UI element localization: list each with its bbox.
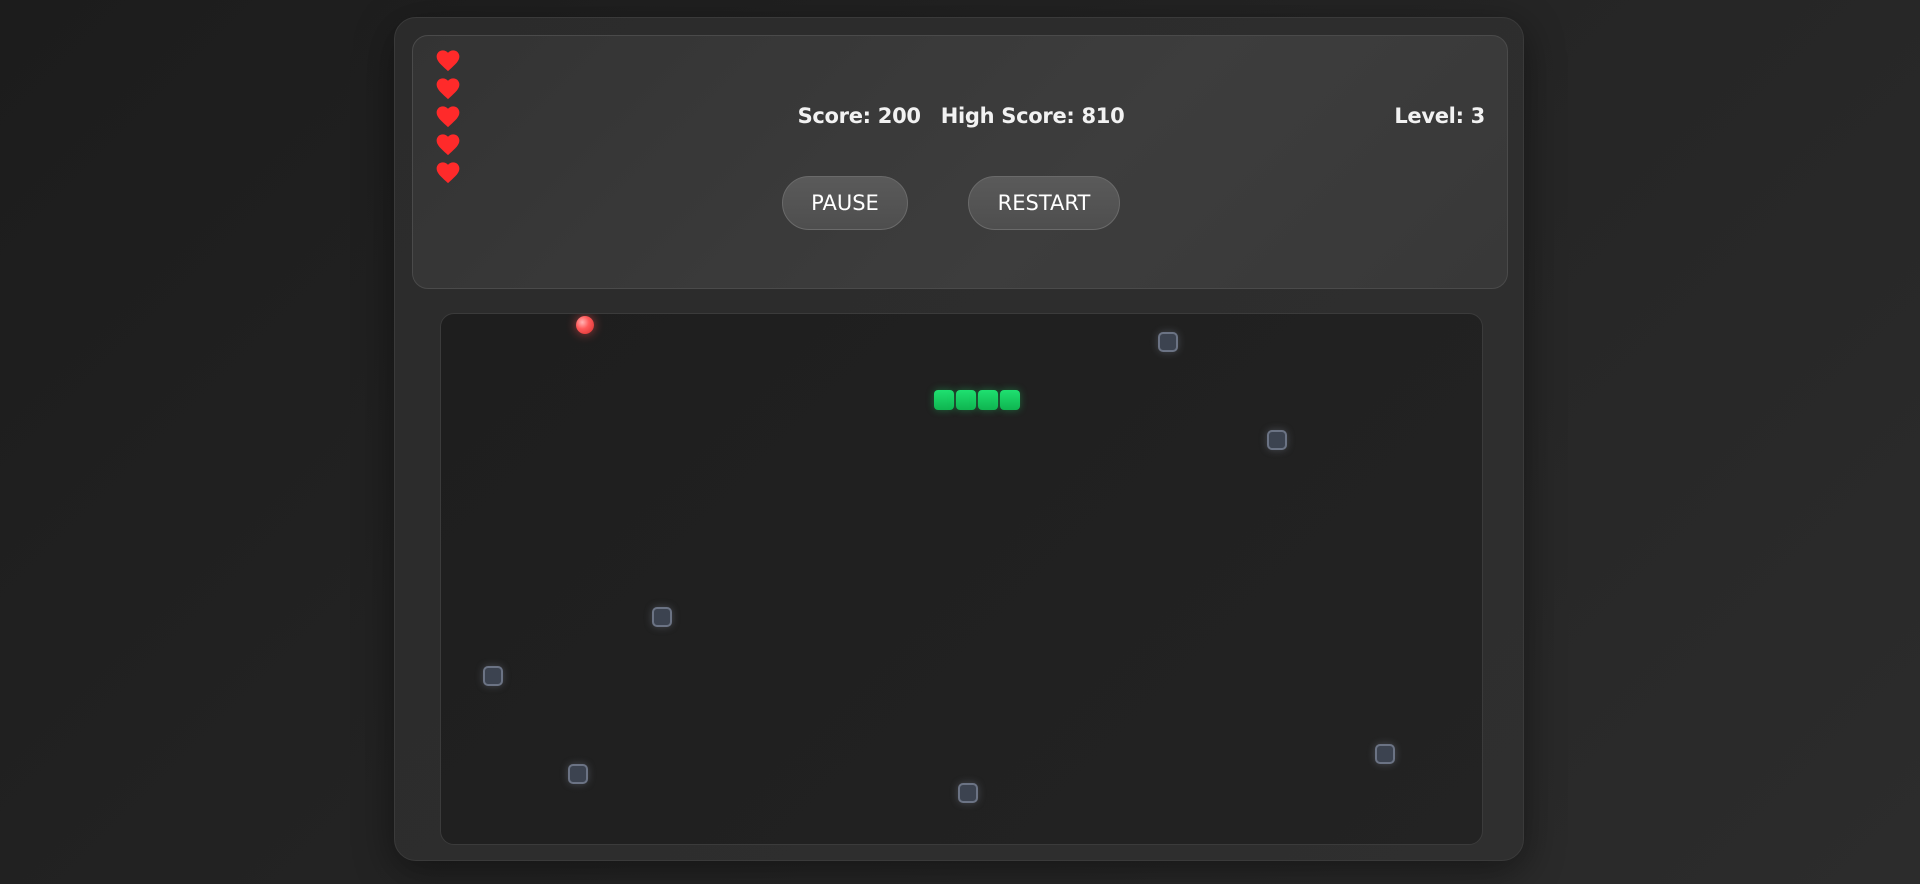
game-container: Score: 200 High Score: 810 Level: 3 [394, 17, 1524, 861]
high-score-label: High Score: 810 [940, 104, 1125, 128]
heart-icon [436, 134, 460, 156]
score-display: Score: 200 High Score: 810 [413, 104, 1509, 128]
snake-segment [1000, 390, 1020, 410]
heart-icon [436, 162, 460, 184]
food-pellet [576, 316, 594, 334]
obstacle-block [568, 764, 588, 784]
pause-button[interactable]: PAUSE [782, 176, 908, 230]
hud-panel: Score: 200 High Score: 810 Level: 3 [412, 35, 1508, 289]
restart-button[interactable]: RESTART [968, 176, 1120, 230]
score-label: Score: 200 [797, 104, 921, 128]
obstacle-block [958, 783, 978, 803]
level-label: Level: 3 [1394, 104, 1485, 128]
obstacle-block [1267, 430, 1287, 450]
game-board [440, 313, 1483, 845]
heart-icon [436, 50, 460, 72]
snake-segment [978, 390, 998, 410]
snake-segment [934, 390, 954, 410]
obstacle-block [1375, 744, 1395, 764]
obstacle-block [1158, 332, 1178, 352]
snake-segment [956, 390, 976, 410]
obstacle-block [652, 607, 672, 627]
obstacle-block [483, 666, 503, 686]
heart-icon [436, 78, 460, 100]
